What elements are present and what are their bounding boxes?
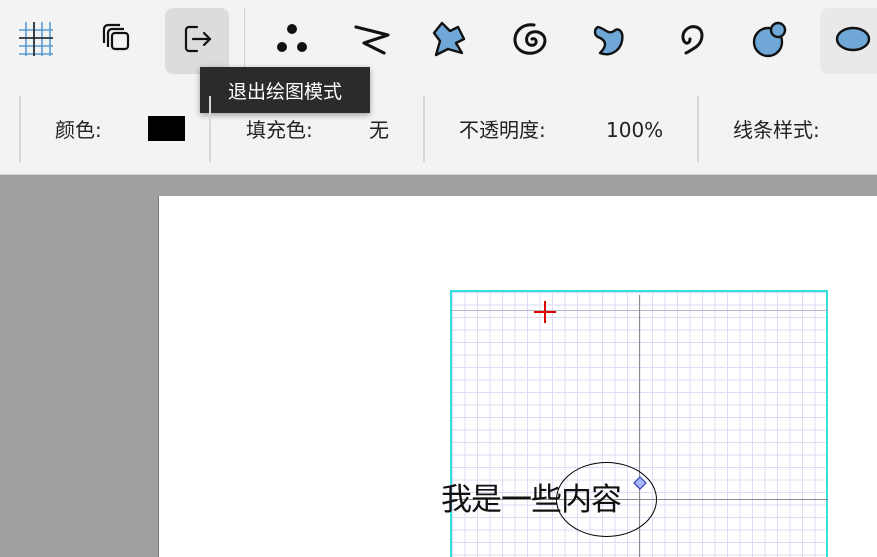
- toolbar-divider: [244, 8, 245, 68]
- bubble-icon: [748, 17, 792, 65]
- blob-shape-button[interactable]: [578, 8, 642, 74]
- layers-tool-button[interactable]: [84, 8, 148, 74]
- fill-color-label: 填充色:: [246, 118, 313, 142]
- property-divider: [423, 96, 425, 162]
- canvas-text-content[interactable]: 我是一些内容: [441, 474, 622, 519]
- fill-color-value[interactable]: 无: [369, 116, 389, 144]
- property-divider: [697, 96, 699, 162]
- drawing-toolbar: 退出绘图模式 颜色: 填充色: 无 不透明度: 100% 线条样式:: [0, 0, 877, 175]
- splash-icon: [428, 17, 472, 65]
- line-style-label: 线条样式:: [733, 118, 820, 142]
- zigzag-brush-button[interactable]: [340, 8, 404, 74]
- property-divider: [19, 96, 21, 162]
- dots-brush-button[interactable]: [260, 8, 324, 74]
- opacity-label: 不透明度:: [459, 118, 546, 142]
- curl-tool-button[interactable]: [660, 8, 724, 74]
- opacity-value[interactable]: 100%: [606, 116, 663, 144]
- property-divider: [209, 96, 211, 162]
- color-label: 颜色:: [55, 118, 102, 142]
- ellipse-shape-button[interactable]: [820, 8, 877, 74]
- grid-guide-line: [452, 310, 828, 311]
- copy-layers-icon: [96, 19, 136, 63]
- tooltip-exit-draw-mode: 退出绘图模式: [200, 67, 370, 113]
- curl-icon: [670, 17, 714, 65]
- crosshair-cursor-icon: [533, 300, 557, 328]
- color-swatch[interactable]: [148, 116, 185, 141]
- spiral-tool-button[interactable]: [498, 8, 562, 74]
- anchor-handle-icon[interactable]: [633, 475, 647, 494]
- blob-icon: [588, 17, 632, 65]
- grid-tool-button[interactable]: [4, 8, 68, 74]
- ellipse-icon: [827, 17, 871, 65]
- bubble-shape-button[interactable]: [738, 8, 802, 74]
- zigzag-icon: [350, 17, 394, 65]
- exit-icon: [177, 19, 217, 63]
- splash-shape-button[interactable]: [418, 8, 482, 74]
- dots-brush-icon: [270, 17, 314, 65]
- spiral-icon: [508, 17, 552, 65]
- grid-icon: [15, 18, 57, 64]
- exit-draw-mode-button[interactable]: [165, 8, 229, 74]
